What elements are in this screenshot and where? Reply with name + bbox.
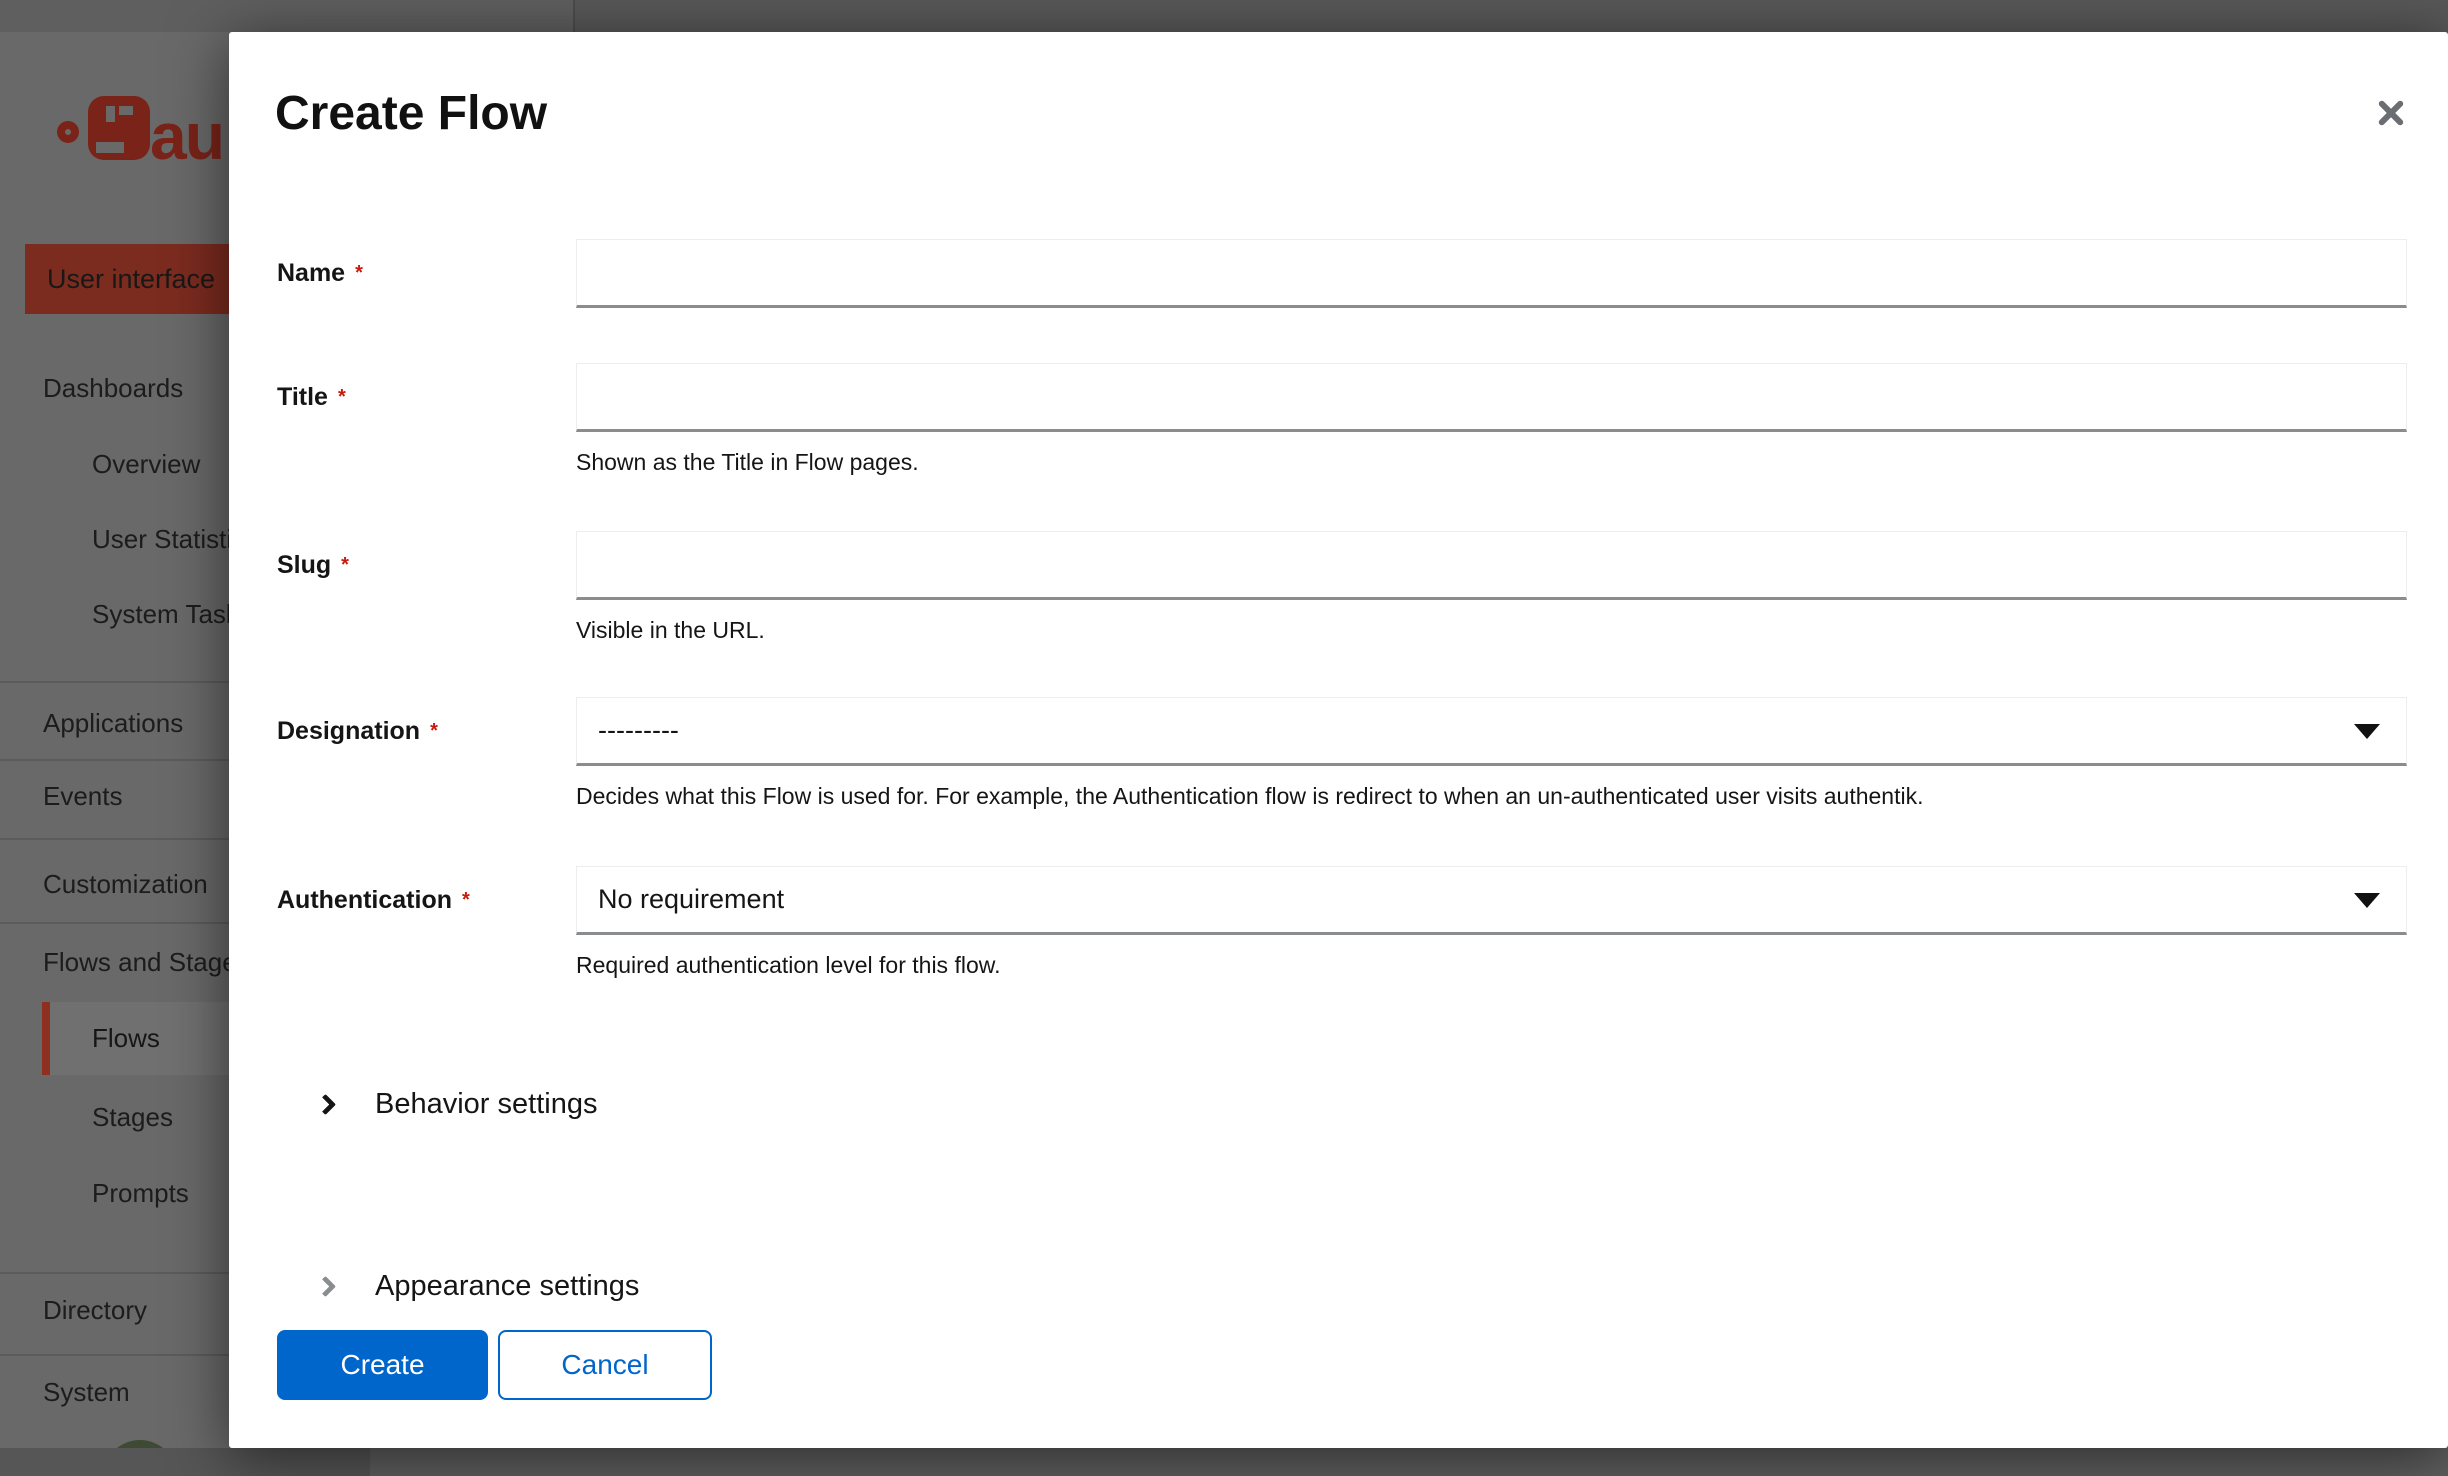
form-row-title: Title * Shown as the Title in Flow pages…	[277, 363, 2407, 477]
behavior-settings-toggle[interactable]: Behavior settings	[318, 1088, 597, 1121]
chevron-right-icon	[315, 1276, 336, 1297]
page-header-dimmed	[0, 0, 2448, 32]
designation-select[interactable]: ---------	[576, 697, 2407, 766]
authentication-select-value: No requirement	[598, 884, 784, 915]
name-input[interactable]	[576, 239, 2407, 308]
page: au User interface Dashboards Overview Us…	[0, 0, 2448, 1476]
caret-down-icon	[2354, 724, 2380, 739]
sidebar-item-dashboards[interactable]: Dashboards	[43, 373, 183, 403]
close-icon[interactable]	[2372, 94, 2410, 132]
authentik-logo-icon	[57, 121, 79, 143]
sidebar-item-customization[interactable]: Customization	[43, 869, 208, 899]
sidebar-item-applications[interactable]: Applications	[43, 708, 183, 738]
required-asterisk: *	[341, 554, 349, 577]
slug-label: Slug	[277, 551, 331, 580]
sidebar-item-overview[interactable]: Overview	[92, 449, 200, 479]
slug-input[interactable]	[576, 531, 2407, 600]
authentication-label: Authentication	[277, 886, 452, 915]
form-row-name: Name *	[277, 239, 2407, 308]
sidebar-item-events[interactable]: Events	[43, 781, 123, 811]
sidebar-bottom-strip	[0, 1448, 370, 1476]
designation-select-value: ---------	[598, 715, 679, 746]
form-row-authentication: Authentication * No requirement Required…	[277, 866, 2407, 980]
modal-title: Create Flow	[275, 86, 547, 141]
sidebar-item-prompts[interactable]: Prompts	[92, 1178, 189, 1208]
required-asterisk: *	[338, 386, 346, 409]
sidebar-item-directory[interactable]: Directory	[43, 1295, 147, 1325]
form-row-designation: Designation * --------- Decides what thi…	[277, 697, 2407, 811]
appearance-settings-toggle[interactable]: Appearance settings	[318, 1270, 639, 1303]
page-header-right-segment	[573, 0, 2448, 32]
title-helper: Shown as the Title in Flow pages.	[576, 448, 2407, 477]
title-input[interactable]	[576, 363, 2407, 432]
modal-footer: Create Cancel	[277, 1330, 712, 1400]
title-label: Title	[277, 383, 328, 412]
sidebar-item-flows-and-stages[interactable]: Flows and Stages	[43, 947, 250, 977]
required-asterisk: *	[462, 889, 470, 912]
caret-down-icon	[2354, 893, 2380, 908]
slug-helper: Visible in the URL.	[576, 616, 2407, 645]
authentik-logo-key-icon	[88, 96, 150, 160]
designation-helper: Decides what this Flow is used for. For …	[576, 782, 2407, 811]
sidebar-item-system[interactable]: System	[43, 1377, 130, 1407]
sidebar-item-system-tasks[interactable]: System Tasks	[92, 599, 252, 629]
required-asterisk: *	[355, 262, 363, 285]
required-asterisk: *	[430, 720, 438, 743]
name-label: Name	[277, 259, 345, 288]
designation-label: Designation	[277, 717, 420, 746]
chevron-right-icon	[315, 1094, 336, 1115]
cancel-button[interactable]: Cancel	[498, 1330, 712, 1400]
create-button[interactable]: Create	[277, 1330, 488, 1400]
authentication-helper: Required authentication level for this f…	[576, 951, 2407, 980]
create-flow-modal: Create Flow Name * Title * Shown as the	[229, 32, 2448, 1448]
authentik-logo-text: au	[150, 98, 223, 174]
authentication-select[interactable]: No requirement	[576, 866, 2407, 935]
sidebar-item-stages[interactable]: Stages	[92, 1102, 173, 1132]
form-row-slug: Slug * Visible in the URL.	[277, 531, 2407, 645]
